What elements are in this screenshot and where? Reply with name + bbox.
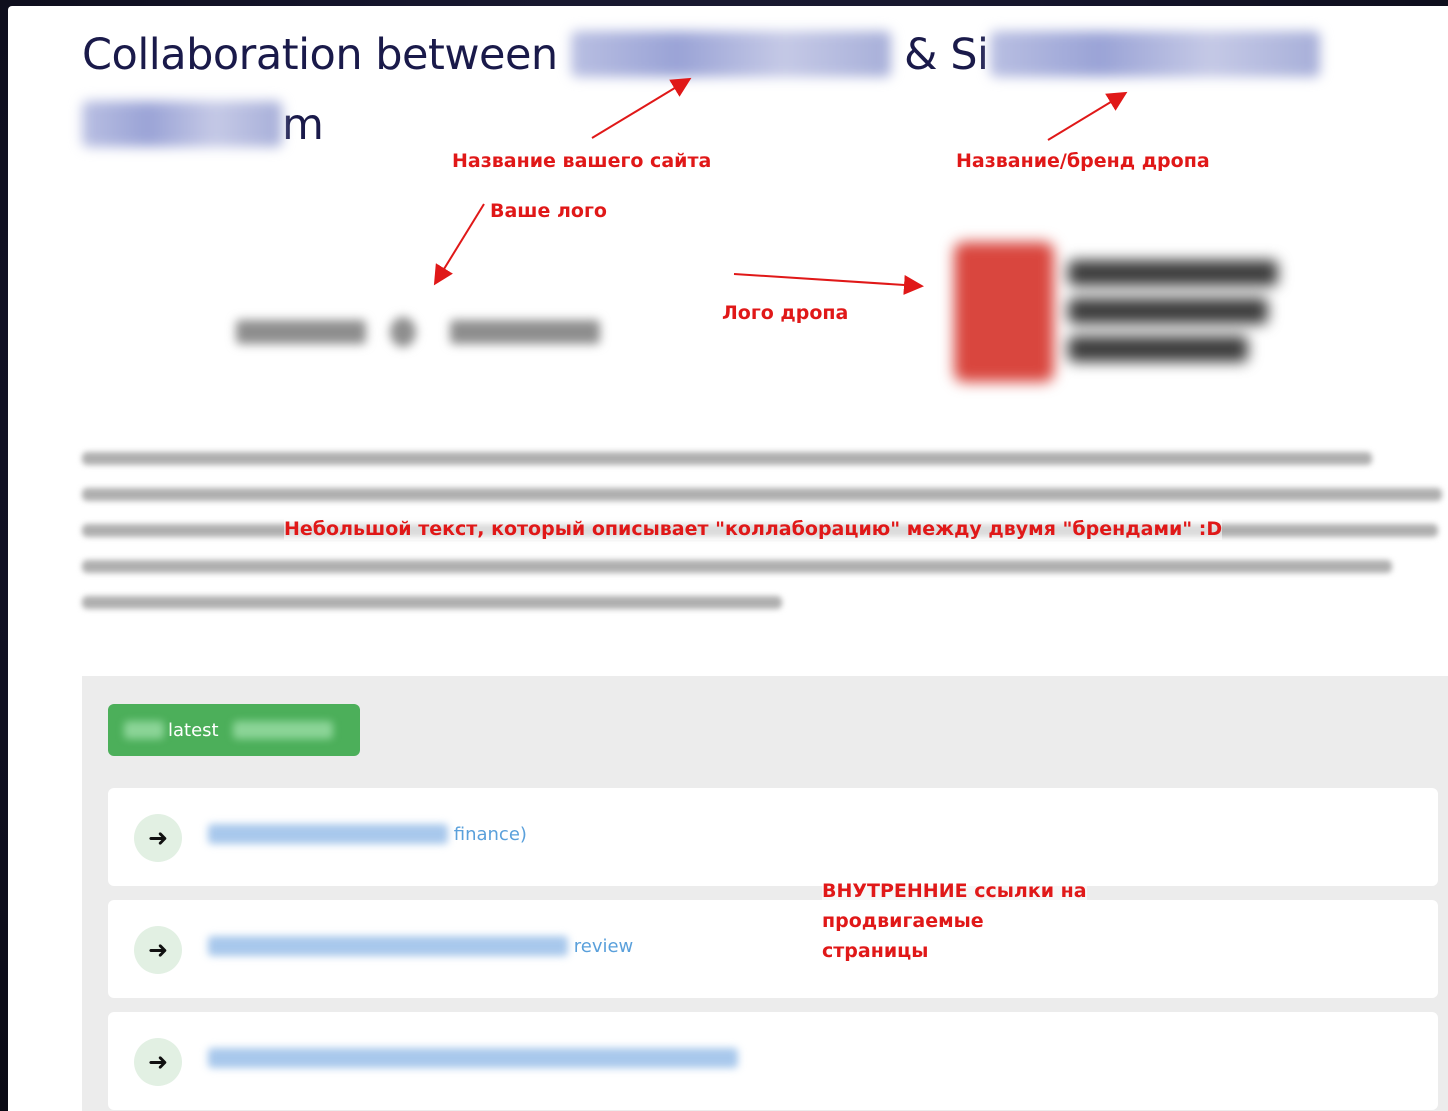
collaboration-description-redacted xyxy=(82,452,1448,632)
latest-posts-panel: latest ➜ finance) ➜ review ➜ xyxy=(82,676,1448,1111)
arrow-your-logo xyxy=(433,203,485,286)
site-name-redacted xyxy=(570,31,891,77)
post-link[interactable] xyxy=(208,1048,738,1069)
arrow-drop-logo xyxy=(733,273,924,295)
latest-label-redacted xyxy=(124,721,164,739)
title-tail: m xyxy=(282,100,324,150)
drop-logo-redacted xyxy=(938,232,1298,392)
site-logo-redacted xyxy=(230,306,610,362)
annotation-internal-links-line2: продвигаемые xyxy=(822,910,984,932)
title-prefix: Collaboration between xyxy=(82,30,558,80)
link-text-visible: review xyxy=(573,936,634,957)
arrow-right-icon[interactable]: ➜ xyxy=(134,814,182,862)
annotation-internal-links-line3: страницы xyxy=(822,940,929,962)
link-text-visible: finance) xyxy=(453,824,527,845)
post-link-card[interactable]: ➜ review xyxy=(108,900,1438,998)
article-page: Collaboration between & Si m Название ва… xyxy=(8,6,1448,1111)
page-title: Collaboration between & Si m xyxy=(82,20,1382,160)
annotation-your-logo: Ваше лого xyxy=(490,200,607,222)
annotation-drop-logo: Лого дропа xyxy=(722,302,849,324)
annotation-site-name: Название вашего сайта xyxy=(452,150,712,172)
annotation-internal-links-line1: ВНУТРЕННИЕ ссылки на xyxy=(822,880,1087,902)
post-link[interactable]: finance) xyxy=(208,824,527,845)
annotation-internal-links: ВНУТРЕННИЕ ссылки на продвигаемые страни… xyxy=(822,876,1087,966)
arrow-right-icon[interactable]: ➜ xyxy=(134,1038,182,1086)
latest-label: latest xyxy=(168,719,219,741)
post-link[interactable]: review xyxy=(208,936,633,957)
link-text-redacted xyxy=(208,824,448,844)
title-amp: & Si xyxy=(904,30,989,80)
link-text-redacted xyxy=(208,936,568,956)
latest-posts-button[interactable]: latest xyxy=(108,704,360,756)
post-link-card[interactable]: ➜ finance) xyxy=(108,788,1438,886)
annotation-drop-brand: Название/бренд дропа xyxy=(956,150,1210,172)
link-text-redacted xyxy=(208,1048,738,1068)
drop-brand-redacted-2 xyxy=(82,101,282,147)
annotation-description: Небольшой текст, который описывает "колл… xyxy=(284,518,1223,540)
latest-label-redacted-2 xyxy=(232,721,333,739)
drop-brand-redacted xyxy=(990,31,1321,77)
post-link-card[interactable]: ➜ xyxy=(108,1012,1438,1110)
arrow-right-icon[interactable]: ➜ xyxy=(134,926,182,974)
